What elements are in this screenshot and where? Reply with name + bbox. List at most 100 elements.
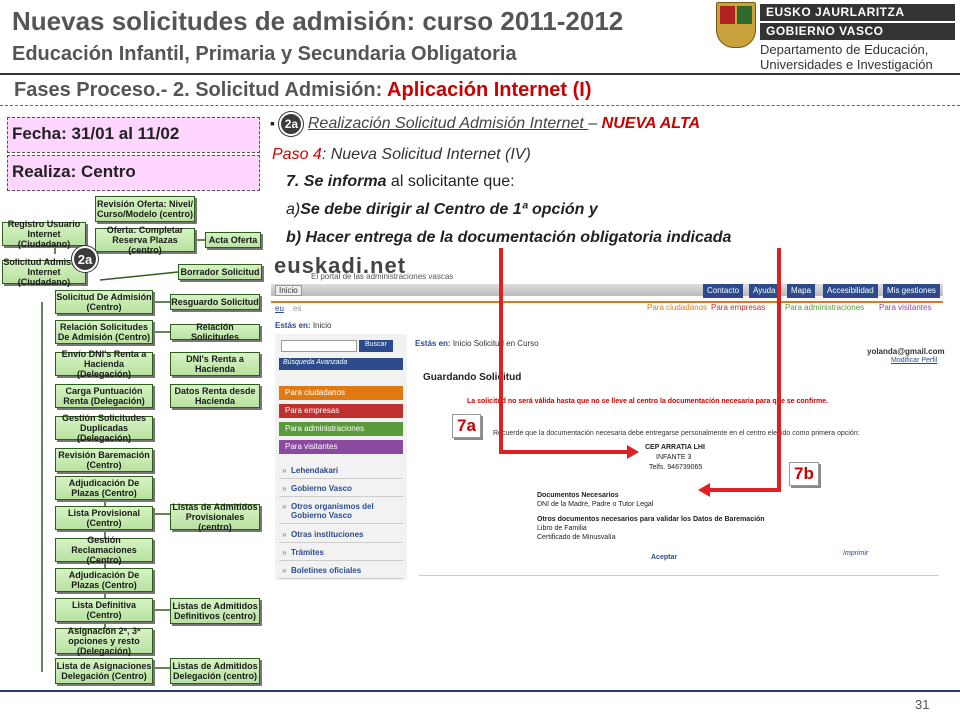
audience-empresas[interactable]: Para empresas [711, 303, 765, 312]
breadcrumb-label: Estás en: [275, 321, 311, 330]
breadcrumb-value: Inicio [312, 321, 332, 330]
site-warning: La solicitud no será válida hasta que no… [467, 398, 829, 405]
site-reminder: Recuerde que la documentación necesaria … [493, 430, 860, 437]
nav-mapa[interactable]: Mapa [787, 284, 816, 298]
flow-box-lista-definitiva: Lista Definitiva (Centro) [55, 598, 153, 622]
docs-title: Documentos Necesarios [537, 492, 619, 499]
logo-dept-1: Departamento de Educación, [760, 42, 929, 57]
flow-box-admitidos-definitivos: Listas de Admitidos Definitivos (centro) [170, 598, 260, 624]
flow-box-asignacion: Asignación 2ª, 3ª opciones y resto (Dele… [55, 626, 153, 656]
logo-dept-2: Universidades e Investigación [760, 57, 933, 72]
site-search-input[interactable] [281, 340, 357, 352]
flow-box-acta-oferta: Acta Oferta [205, 232, 261, 248]
side-administraciones[interactable]: Para administraciones [279, 422, 403, 436]
docs-item: DNI de la Madre, Padre o Tutor Legal [537, 501, 654, 508]
flow-box-revision-oferta: Revisión Oferta: Nivel/ Curso/Modelo (ce… [95, 196, 195, 222]
logo-line-2: GOBIERNO VASCO [760, 23, 955, 40]
flow-box-revision-baremacion: Revisión Baremación (Centro) [55, 448, 153, 472]
flow-box-lista-asignaciones: Lista de Asignaciones Delegación (Centro… [55, 658, 153, 684]
audience-ciudadanos[interactable]: Para ciudadanos [647, 303, 707, 312]
side-tramites[interactable]: Trámites [279, 546, 403, 561]
line-a-bold: Se debe dirigir al Centro de 1ª opción y [300, 201, 598, 218]
coat-of-arms-icon [716, 2, 756, 48]
site-sidebar [275, 334, 407, 580]
arrow-7b-vertical [777, 248, 781, 492]
flow-box-relacion: Relación Solicitudes [170, 322, 260, 342]
nav-ayuda[interactable]: Ayuda [749, 284, 780, 298]
lang-eu[interactable]: eu [275, 304, 284, 313]
accept-button[interactable]: Aceptar [651, 554, 677, 561]
other-docs-1: Libro de Familia [537, 525, 587, 532]
arrow-7a-vertical [499, 248, 503, 454]
side-otras-instituciones[interactable]: Otras instituciones [279, 528, 403, 543]
side-empresas[interactable]: Para empresas [279, 404, 403, 418]
line-a-prefix: a) [286, 201, 301, 218]
bullet-badge-2a: 2a [279, 112, 304, 136]
flow-box-resguardo: Resguardo Solicitud [170, 294, 260, 310]
flow-box-lista-provisional: Lista Provisional (Centro) [55, 506, 153, 530]
audience-administraciones[interactable]: Para administraciones [785, 303, 864, 312]
flow-box-envio-dni: Envío DNI's Renta a Hacienda (Delegación… [55, 349, 153, 379]
page-title: Nuevas solicitudes de admisión: curso 20… [12, 6, 624, 36]
flow-box-admitidos-delegacion: Listas de Admitidos Delegación (centro) [170, 658, 260, 684]
flow-box-relacion-solicitudes: Relación Solicitudes De Admisión (Centro… [55, 320, 153, 344]
line-7-rest: al solicitante que: [386, 173, 515, 190]
site-heading: Guardando Solicitud [423, 372, 522, 383]
flow-badge-2a: 2a [72, 246, 98, 272]
side-boletines[interactable]: Boletines oficiales [279, 564, 403, 579]
arrow-7a-head-icon [627, 445, 639, 459]
logo-line-1: EUSKO JAURLARITZA [760, 4, 955, 21]
side-ciudadanos[interactable]: Para ciudadanos [279, 386, 403, 400]
flow-box-datos-renta: Datos Renta desde Hacienda [170, 384, 260, 408]
flow-box-registro-usuario: Registro Usuario Internet (Ciudadano) [2, 219, 86, 249]
user-email: yolanda@gmail.com [867, 347, 945, 356]
flow-box-adjudicacion-1: Adjudicación De Plazas (Centro) [55, 476, 153, 500]
flow-box-reclamaciones: Gestión Reclamaciones (Centro) [55, 535, 153, 565]
site-inicio-tab[interactable]: Inicio [275, 285, 302, 296]
paso-rest: : Nueva Solicitud Internet (IV) [321, 146, 531, 163]
flow-box-completar-reserva: Oferta: Completar Reserva Plazas (centro… [95, 225, 195, 255]
center-name: CEP ARRATIA LHI [645, 444, 705, 451]
site-tagline: El portal de las administraciones vascas [311, 272, 454, 281]
nav-accesibilidad[interactable]: Accesibilidad [823, 284, 878, 298]
page-number: 31 [915, 697, 930, 712]
phase-prefix: Fases Proceso.- 2. Solicitud Admisión: [14, 79, 388, 101]
site-search-button[interactable]: Buscar [359, 340, 393, 352]
nav-mis-gestiones[interactable]: Mis gestiones [883, 284, 940, 298]
modify-profile-link[interactable]: Modificar Perfil [891, 357, 937, 364]
site-advanced-search[interactable]: Búsqueda Avanzada [279, 358, 403, 370]
bullet-text: Realización Solicitud Admisión Internet [307, 115, 589, 133]
fecha-box: Fecha: 31/01 al 11/02 [7, 117, 260, 153]
flow-box-admitidos-provisionales: Listas de Admitidos Provisionales (centr… [170, 502, 260, 532]
flow-box-carga-puntuacion: Carga Puntuación Renta (Delegación) [55, 384, 153, 408]
center-address: INFANTE 3 [656, 454, 692, 461]
paso-line: Paso 4: Nueva Solicitud Internet (IV) [272, 146, 531, 164]
side-otros-organismos[interactable]: Otros organismos del Gobierno Vasco [279, 500, 403, 524]
label-7b: 7b [789, 462, 819, 486]
embedded-site-screenshot: euskadi.net El portal de las administrac… [271, 250, 945, 580]
page-subtitle: Educación Infantil, Primaria y Secundari… [12, 43, 517, 65]
nav-contacto[interactable]: Contacto [703, 284, 744, 298]
flow-box-borrador: Borrador Solicitud [178, 264, 262, 280]
gobierno-vasco-logo: EUSKO JAURLARITZA GOBIERNO VASCO Departa… [712, 2, 957, 72]
breadcrumb2-value: Inicio Solicitud en Curso [452, 339, 539, 348]
side-visitantes[interactable]: Para visitantes [279, 440, 403, 454]
bullet-red: NUEVA ALTA [601, 115, 701, 133]
print-button[interactable]: Imprimir [843, 550, 868, 557]
realiza-box: Realiza: Centro [7, 155, 260, 191]
side-gobierno-vasco[interactable]: Gobierno Vasco [279, 482, 403, 497]
other-docs-2: Certificado de Minusvalía [537, 534, 616, 541]
flow-box-dni-renta: DNI's Renta a Hacienda [170, 352, 260, 376]
arrow-7b-head-icon [698, 483, 710, 497]
footer-rule [0, 690, 960, 692]
arrow-7a-horizontal [499, 450, 629, 454]
flow-box-solicitud-admision: Solicitud De Admisión (Centro) [55, 290, 153, 314]
line-7: 7. Se informa al solicitante que: [286, 173, 515, 191]
side-lehendakari[interactable]: Lehendakari [279, 464, 403, 479]
lang-es[interactable]: es [293, 304, 301, 313]
phase-bar: Fases Proceso.- 2. Solicitud Admisión: A… [0, 73, 960, 106]
audience-visitantes[interactable]: Para visitantes [879, 303, 931, 312]
line-b: b) Hacer entrega de la documentación obl… [286, 229, 732, 246]
center-phone: Telfs. 946739065 [649, 464, 703, 471]
flow-box-adjudicacion-2: Adjudicación De Plazas (Centro) [55, 568, 153, 592]
